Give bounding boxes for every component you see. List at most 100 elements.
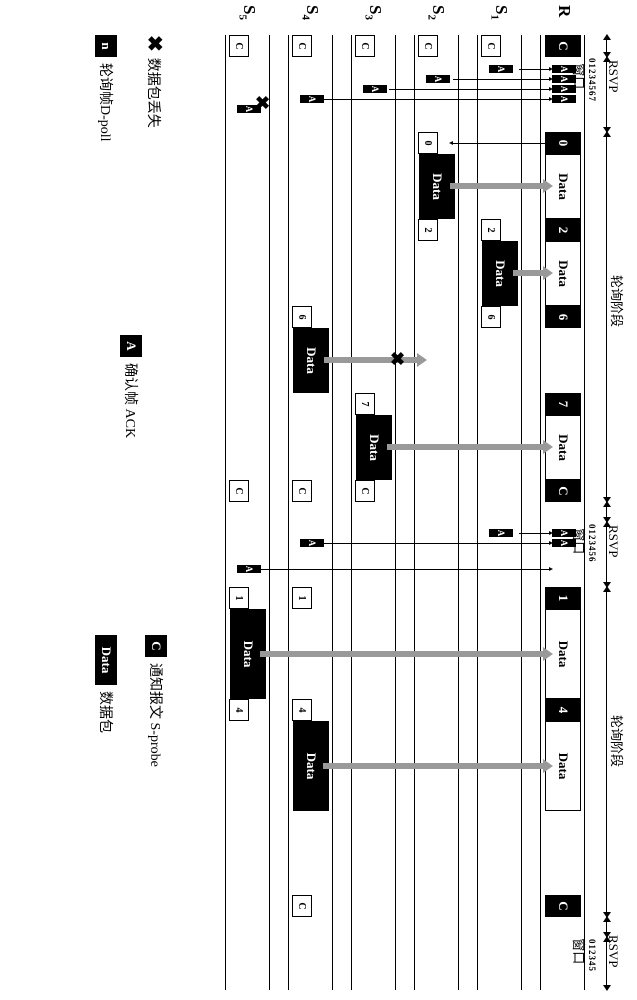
phase-labels: RSVP 窗口 轮询阶段 RSVP 窗口 轮询阶段 RSVP 窗口	[597, 35, 637, 990]
legend-text: 数据包丢失	[145, 58, 165, 128]
phase-poll1: 轮询阶段	[608, 275, 627, 327]
poll-7: 7	[545, 393, 581, 415]
a-block: A	[363, 85, 387, 93]
a-block: A	[552, 529, 576, 537]
arrow-hdr	[597, 57, 607, 132]
a-block: A	[426, 75, 450, 83]
arrow-hdr	[597, 587, 607, 917]
row-s1: S1 C A 2 Data 6 A	[477, 35, 522, 990]
row-s5: S5 C A C A 1 Data 4	[225, 35, 270, 990]
phase-label-text: RSVP	[606, 525, 621, 558]
phase-label-text: RSVP	[606, 60, 621, 93]
rsvp3-ticks: 012345	[587, 939, 597, 972]
phase-poll2: 轮询阶段	[608, 715, 627, 767]
poll-1: 1	[545, 587, 581, 609]
c-icon: C	[145, 635, 167, 657]
row-label-s3: S3	[363, 5, 385, 20]
a-block: A	[552, 75, 576, 83]
thin-arrow-icon	[519, 533, 549, 534]
legend-dpoll: n 轮询帧D-poll	[95, 35, 117, 142]
data-icon: Data	[95, 635, 117, 685]
x-loss-icon: ✖	[386, 351, 407, 366]
rx-4: 4	[292, 699, 312, 721]
c-block: C	[545, 35, 581, 57]
row-s3: S3 C A 7 Data C	[351, 35, 396, 990]
c-block: C	[355, 480, 375, 502]
arrow-hdr	[597, 132, 607, 502]
legend-text: 数据包	[96, 691, 116, 733]
data-arrow-icon	[387, 444, 545, 450]
a-block: A	[552, 539, 576, 547]
arrow-hdr	[597, 502, 607, 522]
row-label-s5: S5	[237, 5, 259, 20]
legend-ack: A 确认帧 ACK	[120, 335, 142, 438]
poll-2: 2	[545, 219, 581, 241]
n-icon: n	[95, 35, 117, 57]
page: RSVP 窗口 轮询阶段 RSVP 窗口 轮询阶段 RSVP 窗口 012345…	[0, 0, 637, 637]
a-block: A	[552, 95, 576, 103]
a-block: A	[489, 65, 513, 73]
a-icon: A	[120, 335, 142, 357]
c-block: C	[292, 35, 312, 57]
arrow-hdr	[597, 917, 607, 937]
data-arrow-icon	[260, 651, 545, 657]
x-icon: ✖	[142, 35, 167, 52]
a-block: A	[489, 529, 513, 537]
rx-7: 7	[355, 393, 375, 415]
row-label-r: R	[554, 5, 574, 17]
row-s2: S2 C A 0 Data 2	[414, 35, 459, 990]
legend-text: 通知报文 S-probe	[146, 663, 166, 767]
rx-2: 2	[418, 219, 438, 241]
thin-arrow-icon	[259, 569, 549, 570]
poll-0: 0	[545, 132, 581, 154]
c-block: C	[545, 895, 581, 917]
rx-2: 2	[481, 219, 501, 241]
legend-text: 确认帧 ACK	[121, 363, 141, 438]
c-block: C	[292, 480, 312, 502]
data-arrow-icon	[450, 183, 545, 189]
c-block: C	[229, 35, 249, 57]
thin-arrow-icon	[519, 69, 549, 70]
legend-data: Data 数据包	[95, 635, 117, 733]
thin-arrow-icon	[324, 99, 549, 100]
thin-arrow-icon	[389, 89, 549, 90]
rsvp2-ticks: 0123456	[587, 524, 597, 563]
arrow-hdr	[597, 522, 607, 587]
legend-x-loss: ✖ 数据包丢失	[142, 35, 167, 128]
phase-label-text: 轮询阶段	[609, 275, 624, 327]
rx-6: 6	[292, 306, 312, 328]
rsvp1-ticks: 01234567	[587, 58, 597, 102]
timeline: 01234567 0123456 012345 R C A A A A 0 Da…	[207, 35, 597, 990]
c-block: C	[481, 35, 501, 57]
a-block: A	[300, 95, 324, 103]
a-block: A	[552, 85, 576, 93]
thin-arrow-icon	[324, 543, 549, 544]
thin-arrow-icon	[453, 79, 549, 80]
diagram-canvas: RSVP 窗口 轮询阶段 RSVP 窗口 轮询阶段 RSVP 窗口 012345…	[0, 0, 637, 1000]
rx-6: 6	[481, 306, 501, 328]
data-arrow-icon	[513, 270, 545, 276]
c-block: C	[545, 480, 581, 502]
c-block: C	[229, 480, 249, 502]
a-block: A	[552, 65, 576, 73]
data-arrow-icon	[323, 763, 545, 769]
a-block: A	[300, 539, 324, 547]
rx-1: 1	[292, 587, 312, 609]
arrow-hdr	[597, 937, 607, 990]
x-loss-icon: ✖	[251, 95, 272, 110]
rx-1: 1	[229, 587, 249, 609]
row-s4: S4 C A 6 Data C A 1 4 Data C	[288, 35, 333, 990]
rx-4: 4	[229, 699, 249, 721]
row-label-s2: S2	[426, 5, 448, 20]
legend-text: 轮询帧D-poll	[96, 63, 116, 142]
legend-sprobe: C 通知报文 S-probe	[145, 635, 167, 767]
poll-6: 6	[545, 306, 581, 328]
c-block: C	[418, 35, 438, 57]
a-block: A	[237, 565, 261, 573]
row-label-s1: S1	[489, 5, 511, 20]
c-block: C	[292, 895, 312, 917]
rx-0: 0	[418, 132, 438, 154]
row-label-s4: S4	[300, 5, 322, 20]
phase-label-text: 轮询阶段	[609, 715, 624, 767]
arrow-hdr	[597, 35, 607, 57]
